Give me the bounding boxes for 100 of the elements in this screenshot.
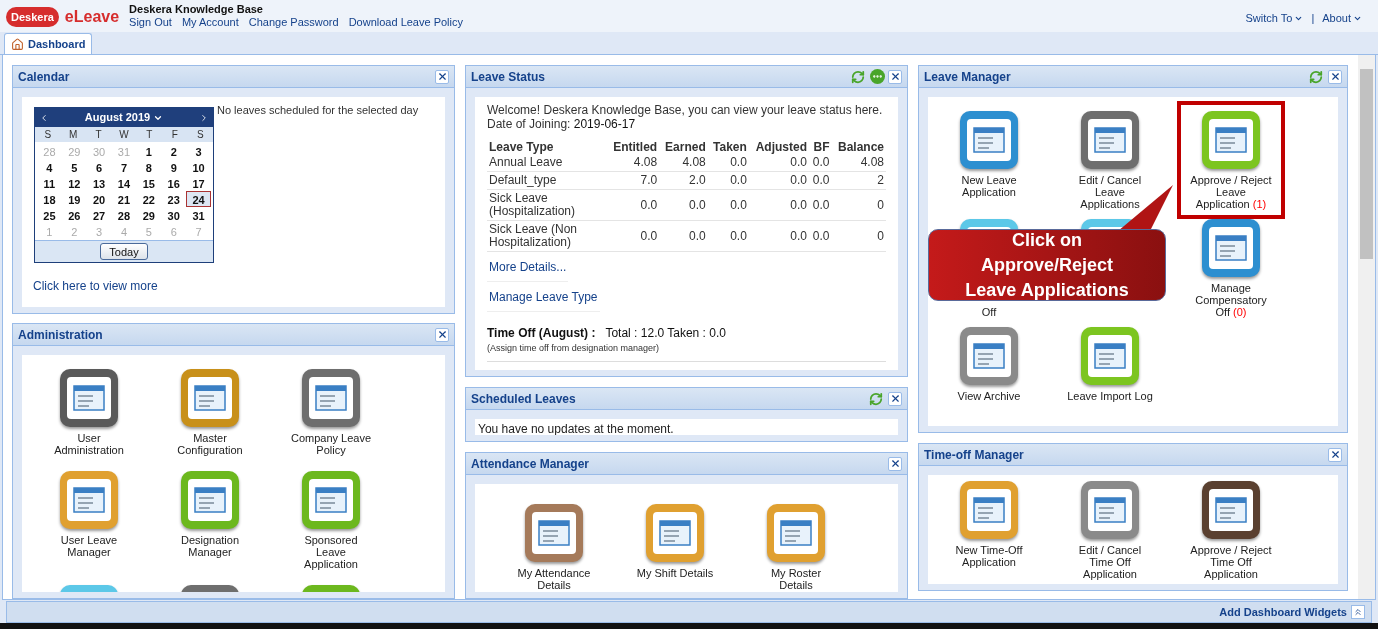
tile-link[interactable]: Manage Compensatory Off (0) [1188,282,1274,318]
tile-link[interactable]: View Archive [946,390,1032,402]
table-cell: 0.0 [707,154,749,172]
table-cell: 0.0 [748,171,810,190]
time-off-note: (Assign time off from designation manager) [487,342,886,362]
day-cell[interactable]: 7 [111,159,137,175]
scrollbar-thumb[interactable] [1360,69,1373,259]
day-cell[interactable]: 5 [61,159,87,175]
header-menu[interactable]: Switch To [1245,10,1304,27]
day-cell[interactable]: 30 [161,207,187,223]
day-cell[interactable]: 10 [186,159,211,175]
table-cell: 4.08 [659,154,708,172]
time-off-label: Time Off (August) : [487,325,596,342]
today-button[interactable]: Today [100,243,148,260]
close-button[interactable] [1328,447,1342,462]
day-cell[interactable]: 31 [186,207,211,223]
scrollbar[interactable] [1358,55,1375,599]
table-cell: Default_type [487,171,607,190]
table-cell: 0.0 [607,189,660,221]
header-link[interactable]: Sign Out [129,16,172,29]
close-button[interactable] [888,391,902,406]
tile-link[interactable]: My Attendance Details [511,567,597,591]
day-cell[interactable]: 13 [86,175,112,191]
table-cell: 4.08 [607,154,660,172]
table-cell: 0.0 [748,189,810,221]
tile-link[interactable]: Designation Manager [167,534,253,558]
table-cell: Sick Leave (Hospitalization) [487,189,607,221]
table-cell: 4.08 [831,154,886,172]
tile-link[interactable]: My Roster Details [753,567,839,591]
day-cell[interactable]: 12 [61,175,87,191]
day-cell[interactable]: 26 [61,207,87,223]
table-cell: 7.0 [607,171,660,190]
tile-link[interactable]: My Shift Details [632,567,718,579]
day-cell[interactable]: 25 [37,207,62,223]
add-widgets-link[interactable]: Add Dashboard Widgets [1219,603,1347,621]
table-cell: Annual Leave [487,154,607,172]
day-cell[interactable]: 21 [111,191,137,207]
tile-link[interactable]: Approve / Reject Time Off Application [1188,544,1274,580]
day-cell[interactable]: 4 [37,159,62,175]
day-cell[interactable]: 1 [136,143,162,159]
tile-link[interactable]: User Leave Manager [46,534,132,558]
tile-link[interactable]: User Administration [46,432,132,456]
day-cell[interactable]: 15 [136,175,162,191]
tile-link[interactable]: Sponsored Leave Application [288,534,374,570]
day-cell[interactable]: 23 [161,191,187,207]
day-cell[interactable]: 18 [37,191,62,207]
day-cell[interactable]: 6 [86,159,112,175]
next-icon[interactable] [199,112,209,123]
day-cell[interactable]: 27 [86,207,112,223]
column-header: Leave Type [488,141,555,154]
close-button[interactable] [435,327,449,342]
close-button[interactable] [1328,69,1342,84]
close-button[interactable] [888,69,902,84]
day-cell[interactable]: 19 [61,191,87,207]
header-menu[interactable]: About [1322,10,1362,27]
tile-link[interactable]: Off [946,306,1032,318]
day-cell[interactable]: 2 [161,143,187,159]
tile-link[interactable]: New Leave Application [946,174,1032,198]
tile-link[interactable]: Master Configuration [167,432,253,456]
table-cell: 0.0 [707,189,749,221]
tab[interactable]: Dashboard [4,33,93,54]
day-cell[interactable]: 20 [86,191,112,207]
tile-link[interactable]: Approve / Reject Leave Application (1) [1188,174,1274,210]
day-cell[interactable]: 11 [37,175,62,191]
day-cell[interactable]: 29 [136,207,162,223]
day-cell[interactable]: 9 [161,159,187,175]
close-button[interactable] [888,456,902,471]
table-cell: 0.0 [748,220,810,252]
view-more-link[interactable]: Click here to view more [33,277,445,295]
day-cell[interactable]: 3 [186,143,211,159]
panel-title: Calendar [18,68,71,86]
table-cell: 0.0 [659,189,708,221]
day-cell[interactable]: 28 [111,207,137,223]
table-cell: 0.0 [707,220,749,252]
tile-link[interactable]: Edit / Cancel Time Off Application [1067,544,1153,580]
table-cell: 0.0 [707,171,749,190]
tile-link[interactable]: New Time-Off Application [946,544,1032,568]
leave-link[interactable]: More Details... [487,258,569,282]
previous-icon[interactable] [39,112,49,123]
close-icon [436,329,448,340]
day-cell[interactable]: 17 [186,175,211,191]
tile-link[interactable]: Leave Import Log [1067,390,1153,402]
panel-title: Time-off Manager [924,446,1025,464]
tile-link[interactable]: Company Leave Policy [288,432,374,456]
day-cell[interactable]: 22 [136,191,162,207]
day-cell[interactable]: 16 [161,175,187,191]
header-link[interactable]: Change Password [248,16,339,29]
weekday-label: M [67,128,79,142]
day-cell[interactable]: 8 [136,159,162,175]
day-cell[interactable]: 24 [186,191,211,207]
header-link[interactable]: Download Leave Policy [348,16,463,29]
home-icon [11,37,24,51]
joining-label: Date of Joining: [487,117,571,131]
table-cell: 0.0 [809,171,832,190]
day-cell[interactable]: 14 [111,175,137,191]
close-icon [889,458,901,469]
tile-link[interactable]: Edit / Cancel Leave Applications [1067,174,1153,210]
close-button[interactable] [435,69,449,84]
leave-link[interactable]: Manage Leave Type [487,288,600,312]
header-link[interactable]: My Account [181,16,239,29]
